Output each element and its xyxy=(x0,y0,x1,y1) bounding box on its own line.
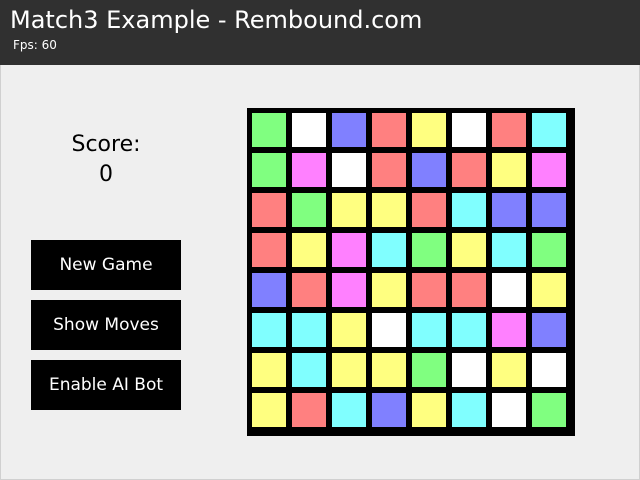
tile-red[interactable] xyxy=(252,193,286,227)
tile-red[interactable] xyxy=(292,273,326,307)
tile-red[interactable] xyxy=(412,193,446,227)
score-value: 0 xyxy=(99,162,113,187)
tile-green[interactable] xyxy=(412,353,446,387)
tile-green[interactable] xyxy=(532,393,566,427)
tile-white[interactable] xyxy=(532,353,566,387)
tile-cyan[interactable] xyxy=(452,193,486,227)
tile-blue[interactable] xyxy=(492,193,526,227)
tile-yellow[interactable] xyxy=(532,273,566,307)
tile-yellow[interactable] xyxy=(292,233,326,267)
tile-cyan[interactable] xyxy=(532,113,566,147)
tile-blue[interactable] xyxy=(372,393,406,427)
tile-cyan[interactable] xyxy=(252,313,286,347)
tile-cyan[interactable] xyxy=(292,313,326,347)
tile-white[interactable] xyxy=(332,153,366,187)
tile-cyan[interactable] xyxy=(412,313,446,347)
tile-pink[interactable] xyxy=(292,153,326,187)
tile-yellow[interactable] xyxy=(452,233,486,267)
tile-yellow[interactable] xyxy=(492,153,526,187)
tile-yellow[interactable] xyxy=(252,353,286,387)
tile-cyan[interactable] xyxy=(332,393,366,427)
tile-white[interactable] xyxy=(372,313,406,347)
tile-yellow[interactable] xyxy=(332,353,366,387)
tile-yellow[interactable] xyxy=(492,353,526,387)
tile-white[interactable] xyxy=(492,273,526,307)
tile-pink[interactable] xyxy=(332,273,366,307)
tile-red[interactable] xyxy=(372,113,406,147)
tile-cyan[interactable] xyxy=(492,233,526,267)
tile-yellow[interactable] xyxy=(372,353,406,387)
tile-pink[interactable] xyxy=(492,313,526,347)
tile-yellow[interactable] xyxy=(332,193,366,227)
tile-green[interactable] xyxy=(292,193,326,227)
tile-yellow[interactable] xyxy=(412,113,446,147)
tile-green[interactable] xyxy=(252,113,286,147)
show-moves-button[interactable]: Show Moves xyxy=(31,300,181,350)
enable-ai-bot-button[interactable]: Enable AI Bot xyxy=(31,360,181,410)
title-bar: Match3 Example - Rembound.com Fps: 60 xyxy=(0,0,640,65)
new-game-button[interactable]: New Game xyxy=(31,240,181,290)
tile-green[interactable] xyxy=(532,233,566,267)
tile-green[interactable] xyxy=(252,153,286,187)
tile-white[interactable] xyxy=(292,113,326,147)
score-label: Score: xyxy=(71,132,141,157)
tile-blue[interactable] xyxy=(532,313,566,347)
tile-green[interactable] xyxy=(412,233,446,267)
game-board[interactable] xyxy=(247,108,575,436)
tile-blue[interactable] xyxy=(332,113,366,147)
game-canvas: Score: 0 New Game Show Moves Enable AI B… xyxy=(0,65,640,480)
tile-white[interactable] xyxy=(452,113,486,147)
app-title: Match3 Example - Rembound.com xyxy=(10,6,423,34)
tile-yellow[interactable] xyxy=(332,313,366,347)
tile-yellow[interactable] xyxy=(372,273,406,307)
tile-red[interactable] xyxy=(412,273,446,307)
tile-red[interactable] xyxy=(452,153,486,187)
tile-cyan[interactable] xyxy=(452,313,486,347)
tile-yellow[interactable] xyxy=(372,193,406,227)
tile-cyan[interactable] xyxy=(292,353,326,387)
fps-counter: Fps: 60 xyxy=(13,38,57,52)
game-background: Score: 0 New Game Show Moves Enable AI B… xyxy=(1,65,639,479)
tile-blue[interactable] xyxy=(412,153,446,187)
tile-pink[interactable] xyxy=(332,233,366,267)
tile-white[interactable] xyxy=(452,353,486,387)
tile-blue[interactable] xyxy=(532,193,566,227)
tile-cyan[interactable] xyxy=(372,233,406,267)
tile-red[interactable] xyxy=(452,273,486,307)
tile-yellow[interactable] xyxy=(252,393,286,427)
tile-yellow[interactable] xyxy=(412,393,446,427)
tile-red[interactable] xyxy=(492,113,526,147)
tile-red[interactable] xyxy=(252,233,286,267)
tile-pink[interactable] xyxy=(532,153,566,187)
tile-blue[interactable] xyxy=(252,273,286,307)
tile-cyan[interactable] xyxy=(452,393,486,427)
tile-white[interactable] xyxy=(492,393,526,427)
tile-red[interactable] xyxy=(372,153,406,187)
tile-red[interactable] xyxy=(292,393,326,427)
